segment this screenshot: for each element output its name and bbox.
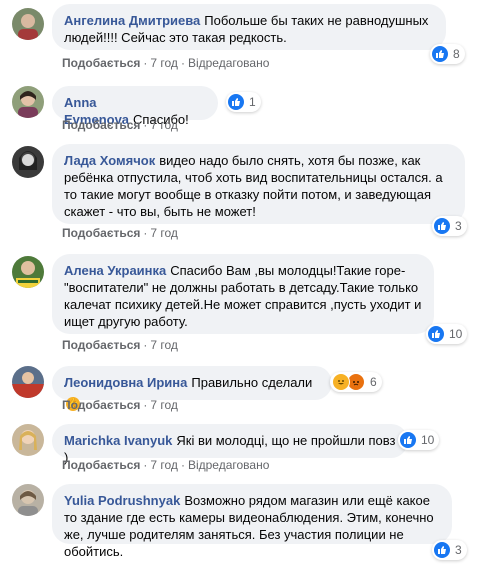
comment-time[interactable]: 7 год — [150, 226, 178, 240]
reaction-number: 10 — [449, 327, 463, 341]
like-icon — [434, 542, 450, 558]
comment-bubble: Лада Хомячок видео надо было снять, хотя … — [52, 144, 465, 224]
avatar-image — [16, 261, 40, 288]
comment-time[interactable]: 7 год — [150, 338, 178, 352]
like-link[interactable]: Подобається — [62, 458, 140, 472]
reaction-number: 3 — [455, 543, 462, 557]
comment-bubble: Леонидовна Ирина Правильно сделали👍 — [52, 366, 332, 411]
reaction-number: 8 — [453, 47, 460, 61]
comment-time[interactable]: 7 год — [150, 118, 178, 132]
reaction-count[interactable]: 1 — [226, 92, 261, 112]
reaction-count[interactable]: 10 — [398, 430, 440, 450]
comment-time[interactable]: 7 год — [150, 398, 178, 412]
comment-time[interactable]: 7 год — [150, 458, 178, 472]
avatar-image — [18, 490, 38, 516]
comment-author[interactable]: Леонидовна Ирина — [64, 375, 187, 390]
reaction-count[interactable]: 6 — [330, 372, 382, 392]
avatar-image — [19, 151, 37, 170]
comment-actions: Подобається · 7 год — [62, 226, 178, 240]
comment-actions: Подобається · 7 год · Відредаговано — [62, 56, 269, 70]
separator: · — [143, 398, 148, 412]
comment-actions: Подобається · 7 год — [62, 338, 178, 352]
comment-actions: Подобається · 7 год · Відредаговано — [62, 458, 269, 472]
avatar[interactable] — [12, 86, 44, 118]
separator: · — [180, 56, 185, 70]
separator: · — [180, 458, 185, 472]
reaction-number: 3 — [455, 219, 462, 233]
comment-text: Правильно сделали — [191, 375, 313, 390]
separator: · — [143, 458, 148, 472]
reaction-count[interactable]: 8 — [430, 44, 465, 64]
comment-bubble: Marichka Ivanyuk Які ви молодці, що не пр… — [52, 424, 408, 465]
reaction-number: 6 — [370, 375, 377, 389]
reaction-count[interactable]: 10 — [426, 324, 468, 344]
reaction-number: 10 — [421, 433, 435, 447]
avatar-image — [18, 91, 38, 118]
comment-author[interactable]: Алена Украинка — [64, 263, 166, 278]
comment-author[interactable]: Ангелина Дмитриева — [64, 13, 200, 28]
like-link[interactable]: Подобається — [62, 226, 140, 240]
edited-label[interactable]: Відредаговано — [188, 56, 269, 70]
edited-label[interactable]: Відредаговано — [188, 458, 269, 472]
comment-bubble: Anna Evmenova Спасибо! — [52, 86, 218, 127]
reaction-count[interactable]: 3 — [432, 540, 467, 560]
separator: · — [143, 56, 148, 70]
avatar[interactable] — [12, 424, 44, 456]
comment-bubble: Yulia Podrushnyak Возможно рядом магазин … — [52, 484, 452, 559]
avatar-image — [19, 430, 37, 450]
like-icon — [400, 432, 416, 448]
like-icon — [228, 94, 244, 110]
comment-bubble: Алена Украинка Спасибо Вам ,вы молодцы!Та… — [52, 254, 434, 334]
avatar[interactable] — [12, 146, 44, 178]
like-link[interactable]: Подобається — [62, 118, 140, 132]
comment-actions: Подобається · 7 год — [62, 118, 178, 132]
haha-icon — [332, 373, 350, 391]
like-icon — [428, 326, 444, 342]
reaction-count[interactable]: 3 — [432, 216, 467, 236]
reaction-number: 1 — [249, 95, 256, 109]
avatar[interactable] — [12, 484, 44, 516]
separator: · — [143, 226, 148, 240]
like-link[interactable]: Подобається — [62, 398, 140, 412]
comment-time[interactable]: 7 год — [150, 56, 178, 70]
comment-actions: Подобається · 7 год — [62, 398, 178, 412]
like-icon — [432, 46, 448, 62]
separator: · — [143, 118, 148, 132]
like-icon — [434, 218, 450, 234]
comment-author[interactable]: Лада Хомячок — [64, 153, 155, 168]
separator: · — [143, 338, 148, 352]
comment-author[interactable]: Yulia Podrushnyak — [64, 493, 180, 508]
like-link[interactable]: Подобається — [62, 56, 140, 70]
avatar[interactable] — [12, 366, 44, 398]
comment-author[interactable]: Marichka Ivanyuk — [64, 433, 172, 448]
avatar-image — [12, 372, 44, 398]
avatar[interactable] — [12, 8, 44, 40]
avatar[interactable] — [12, 256, 44, 288]
avatar-image — [18, 14, 38, 40]
comment-bubble: Ангелина Дмитриева Побольше бы таких не р… — [52, 4, 446, 50]
like-link[interactable]: Подобається — [62, 338, 140, 352]
